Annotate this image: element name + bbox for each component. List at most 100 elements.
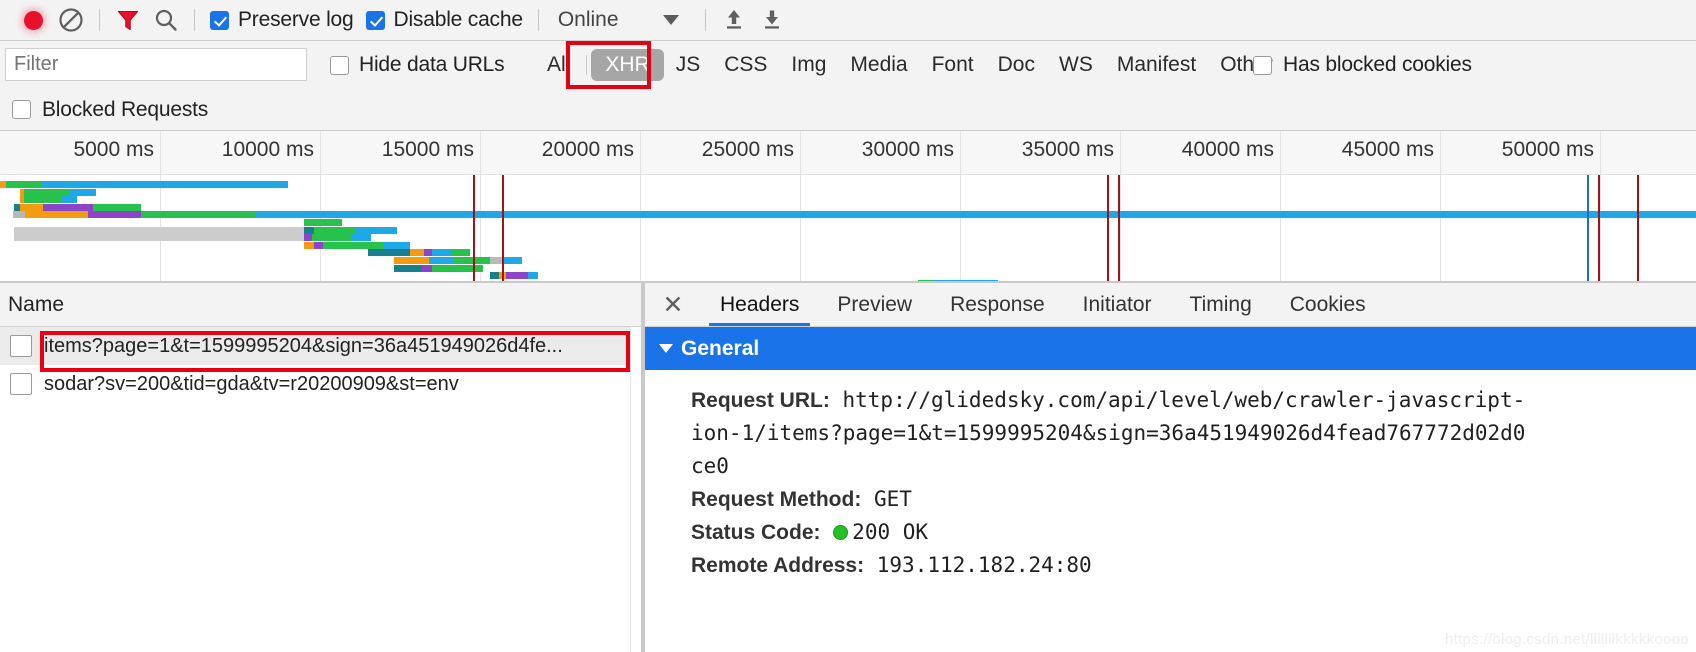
waterfall-bar-segment xyxy=(505,272,528,280)
clear-button[interactable] xyxy=(52,1,90,39)
waterfall-bar-segment xyxy=(14,226,304,234)
waterfall-bar-segment xyxy=(14,234,304,242)
field-label: Remote Address: xyxy=(691,554,865,577)
hide-data-urls-checkbox[interactable]: Hide data URLs xyxy=(330,53,505,77)
timeline-tick-label: 35000 ms xyxy=(1021,138,1114,161)
waterfall-event-line xyxy=(1587,175,1590,281)
export-har-button[interactable] xyxy=(753,1,791,39)
waterfall-bar-segment xyxy=(6,181,42,188)
preserve-log-checkbox[interactable]: Preserve log xyxy=(210,8,354,32)
preserve-log-checkbox-box[interactable] xyxy=(210,10,229,30)
blocked-requests-checkbox-box[interactable] xyxy=(12,100,31,119)
waterfall-bar-segment xyxy=(432,249,452,257)
row-checkbox[interactable] xyxy=(10,373,32,395)
waterfall-bar-segment xyxy=(502,257,522,264)
waterfall-bar-segment xyxy=(323,241,384,249)
disable-cache-checkbox-box[interactable] xyxy=(365,10,385,30)
waterfall-bar-segment xyxy=(304,241,314,249)
waterfall-event-line xyxy=(1636,175,1639,281)
type-filter-js[interactable]: JS xyxy=(664,49,713,81)
record-dot-icon xyxy=(23,10,43,30)
field-value[interactable]: ion-1/items?page=1&t=1599995204&sign=36a… xyxy=(691,421,1525,445)
field-value[interactable]: http://glidedsky.com/api/level/web/crawl… xyxy=(843,388,1526,412)
timeline-tick-label: 5000 ms xyxy=(73,138,154,161)
tab-response[interactable]: Response xyxy=(931,283,1064,326)
waterfall-bar-segment xyxy=(313,226,356,234)
waterfall-bar-segment xyxy=(422,264,432,272)
tab-initiator[interactable]: Initiator xyxy=(1064,283,1171,326)
waterfall-bar-segment xyxy=(384,241,410,249)
type-filter-all[interactable]: All xyxy=(535,49,582,81)
type-filter-media[interactable]: Media xyxy=(838,49,919,81)
timeline-tick-label: 15000 ms xyxy=(381,138,474,161)
timeline-gridline xyxy=(160,131,161,281)
waterfall-bar-segment xyxy=(13,211,25,219)
filter-input[interactable] xyxy=(5,48,307,81)
network-overview-waterfall[interactable]: 5000 ms 10000 ms 15000 ms 20000 ms 25000 ms 3… xyxy=(0,131,1696,281)
timeline-gridline xyxy=(800,131,801,281)
preserve-log-label: Preserve log xyxy=(238,8,354,31)
toolbar-divider-2 xyxy=(194,9,195,31)
search-button[interactable] xyxy=(147,1,185,39)
field-remote-address: Remote Address: 193.112.182.24:80 xyxy=(691,549,1696,582)
close-x-icon[interactable]: ✕ xyxy=(645,283,701,326)
import-har-button[interactable] xyxy=(715,1,753,39)
waterfall-bar-segment xyxy=(304,234,312,242)
waterfall-bar-segment xyxy=(316,219,343,226)
hide-data-urls-checkbox-box[interactable] xyxy=(330,55,349,75)
disable-cache-checkbox[interactable]: Disable cache xyxy=(365,8,524,32)
devtools-network-panel: Preserve log Disable cache Online Filter… xyxy=(0,0,1696,652)
network-filter-bar: Hide data URLs All XHR JS CSS Img Media … xyxy=(0,41,1696,89)
throttling-dropdown[interactable]: Online xyxy=(558,8,679,32)
tab-headers[interactable]: Headers xyxy=(701,283,818,326)
waterfall-event-line xyxy=(472,175,475,281)
record-button[interactable] xyxy=(14,1,52,39)
request-details-pane: ✕ Headers Preview Response Initiator Tim… xyxy=(645,281,1696,652)
waterfall-bar-segment xyxy=(312,234,352,242)
table-row[interactable]: items?page=1&t=1599995204&sign=36a451949… xyxy=(0,327,641,365)
clear-prohibited-icon xyxy=(59,8,83,32)
toolbar-divider-1 xyxy=(99,9,100,31)
timeline-tick-label: 10000 ms xyxy=(221,138,314,161)
request-name: sodar?sv=200&tid=gda&tv=r20200909&st=env xyxy=(44,372,459,395)
type-filter-css[interactable]: CSS xyxy=(712,49,779,81)
caret-down-icon xyxy=(659,344,673,353)
waterfall-bar-segment xyxy=(352,234,372,242)
timeline-tick-label: 50000 ms xyxy=(1501,138,1594,161)
row-checkbox[interactable] xyxy=(10,335,32,357)
blocked-requests-label: Blocked Requests xyxy=(42,97,209,121)
type-filter-xhr[interactable]: XHR xyxy=(591,49,664,81)
tab-timing[interactable]: Timing xyxy=(1171,283,1271,326)
field-value[interactable]: ce0 xyxy=(691,454,729,478)
filter-toggle-button[interactable] xyxy=(109,1,147,39)
type-filter-ws[interactable]: WS xyxy=(1047,49,1105,81)
type-filter-img[interactable]: Img xyxy=(779,49,838,81)
waterfall-bar-segment xyxy=(368,249,410,257)
has-blocked-cookies-checkbox[interactable]: Has blocked cookies xyxy=(1253,53,1472,77)
general-section-title: General xyxy=(681,336,760,360)
column-header-name[interactable]: Name xyxy=(8,293,64,317)
general-section-header[interactable]: General xyxy=(645,327,1696,370)
waterfall-bar-segment xyxy=(24,188,71,196)
type-filter-doc[interactable]: Doc xyxy=(986,49,1047,81)
field-label: Request Method: xyxy=(691,488,862,511)
request-list-header: Name xyxy=(0,283,641,327)
waterfall-bar-segment xyxy=(304,219,317,226)
blocked-requests-bar: Blocked Requests xyxy=(0,89,1696,131)
tab-cookies[interactable]: Cookies xyxy=(1271,283,1385,326)
search-magnifier-icon xyxy=(155,9,177,31)
type-filter-font[interactable]: Font xyxy=(920,49,986,81)
waterfall-bar-segment xyxy=(432,264,484,272)
waterfall-bar-segment xyxy=(70,188,96,196)
disable-cache-label: Disable cache xyxy=(393,8,524,31)
has-blocked-cookies-checkbox-box[interactable] xyxy=(1253,55,1272,75)
download-arrow-icon xyxy=(764,10,779,29)
waterfall-bar-segment xyxy=(489,272,500,280)
request-list-scrollbar[interactable] xyxy=(630,327,641,652)
tab-preview[interactable]: Preview xyxy=(818,283,931,326)
type-filter-manifest[interactable]: Manifest xyxy=(1105,49,1208,81)
toolbar-divider-4 xyxy=(704,9,706,31)
table-row[interactable]: sodar?sv=200&tid=gda&tv=r20200909&st=env xyxy=(0,365,641,403)
field-request-method: Request Method: GET xyxy=(691,483,1696,516)
waterfall-event-line xyxy=(1598,175,1601,281)
